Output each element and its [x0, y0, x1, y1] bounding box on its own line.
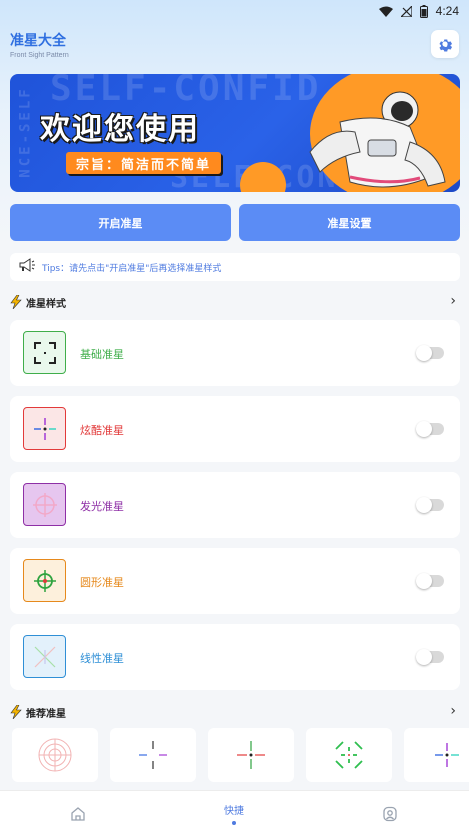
wifi-icon: [378, 6, 393, 17]
style-label-cool: 炫酷准星: [80, 424, 124, 437]
style-label-linear: 线性准星: [80, 652, 124, 665]
bracket-crosshair-icon: [335, 741, 363, 769]
active-indicator: [232, 821, 236, 825]
nav-profile[interactable]: [330, 791, 450, 835]
lightning-icon: [10, 705, 22, 719]
radial-crosshair-icon: [38, 738, 72, 772]
cool-crosshair-icon: [435, 743, 459, 767]
gear-icon: [439, 39, 453, 52]
battery-icon: [419, 4, 428, 18]
toggle-knob: [416, 649, 432, 665]
basic-crosshair-icon: [23, 331, 66, 374]
recommended-item[interactable]: [306, 728, 392, 782]
cool-crosshair-icon: [23, 407, 66, 450]
banner-bg-text-side: NCE-SELF: [17, 86, 34, 178]
user-icon: [383, 806, 397, 821]
nav-shortcut[interactable]: 快捷: [174, 791, 294, 835]
megaphone-icon: [18, 257, 36, 277]
style-item-linear[interactable]: 线性准星: [10, 624, 460, 690]
glow-crosshair-icon: [23, 483, 66, 526]
app-header: 准星大全 Front Sight Pattern: [10, 30, 69, 59]
open-crosshair-button[interactable]: 开启准星: [10, 204, 231, 241]
toggle-knob: [416, 421, 432, 437]
style-label-glow: 发光准星: [80, 500, 124, 513]
app-subtitle: Front Sight Pattern: [10, 52, 69, 59]
banner-slogan: 宗旨：简洁而不简单: [66, 152, 222, 174]
dash-crosshair-icon: [139, 741, 167, 769]
nav-shortcut-label: 快捷: [224, 806, 244, 817]
toggle-circle[interactable]: [416, 573, 444, 589]
tips-bar: Tips：请先点击"开启准星"后再选择准星样式: [10, 253, 460, 281]
crosshair-settings-button[interactable]: 准星设置: [239, 204, 460, 241]
recommended-item[interactable]: [404, 728, 469, 782]
styles-section-title: 准星样式: [26, 298, 66, 310]
recommended-item[interactable]: [110, 728, 196, 782]
circle-crosshair-icon: [23, 559, 66, 602]
style-label-basic: 基础准星: [80, 348, 124, 361]
signal-off-icon: [400, 5, 412, 17]
app-title: 准星大全: [10, 33, 66, 49]
settings-button[interactable]: [431, 30, 459, 58]
status-time: 4:24: [435, 4, 459, 18]
astronaut-illustration: [309, 91, 446, 188]
toggle-knob: [416, 345, 432, 361]
style-label-circle: 圆形准星: [80, 576, 124, 589]
toggle-knob: [416, 497, 432, 513]
chevron-right-icon[interactable]: ›: [450, 293, 456, 309]
tips-text: Tips：请先点击"开启准星"后再选择准星样式: [42, 263, 222, 274]
toggle-linear[interactable]: [416, 649, 444, 665]
lightning-icon: [10, 295, 22, 309]
status-bar: 4:24: [0, 0, 469, 22]
styles-section-header[interactable]: 准星样式 ›: [10, 292, 460, 312]
bottom-navigation: 快捷: [0, 790, 469, 835]
style-item-circle[interactable]: 圆形准星: [10, 548, 460, 614]
style-item-cool[interactable]: 炫酷准星: [10, 396, 460, 462]
toggle-glow[interactable]: [416, 497, 444, 513]
color-crosshair-icon: [237, 741, 265, 769]
style-item-basic[interactable]: 基础准星: [10, 320, 460, 386]
nav-home[interactable]: [18, 791, 138, 835]
linear-crosshair-icon: [23, 635, 66, 678]
welcome-banner[interactable]: SELF-CONFID SELF CONFIDEN NCE-SELF 欢迎您使用…: [10, 74, 460, 192]
recommended-item[interactable]: [12, 728, 98, 782]
recommended-section-header[interactable]: 推荐准星 ›: [10, 702, 460, 722]
home-icon: [71, 806, 85, 821]
chevron-right-icon[interactable]: ›: [450, 703, 456, 719]
banner-title: 欢迎您使用: [40, 112, 200, 147]
toggle-cool[interactable]: [416, 421, 444, 437]
style-item-glow[interactable]: 发光准星: [10, 472, 460, 538]
recommended-item[interactable]: [208, 728, 294, 782]
toggle-knob: [416, 573, 432, 589]
toggle-basic[interactable]: [416, 345, 444, 361]
recommended-section-title: 推荐准星: [26, 708, 66, 720]
